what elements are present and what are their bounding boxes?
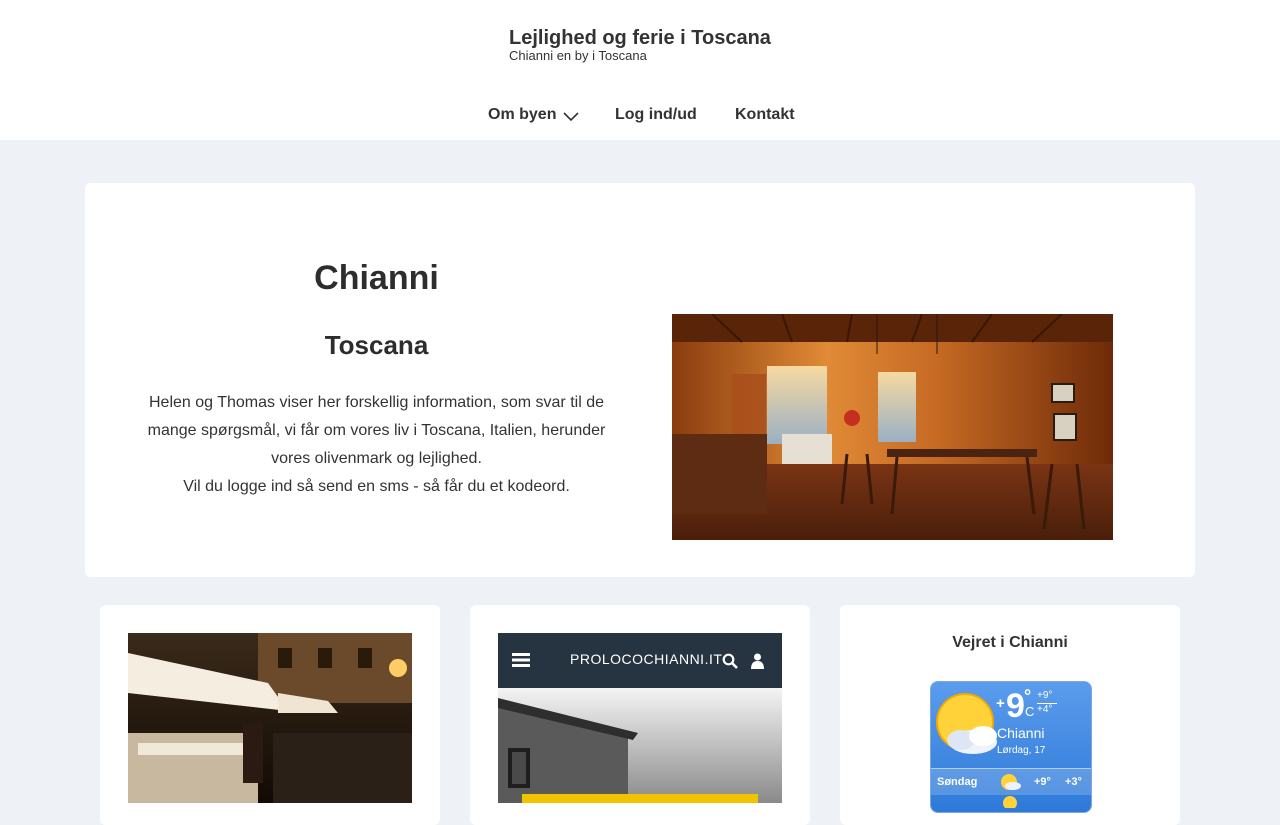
site-title[interactable]: Lejlighed og ferie i Toscana	[509, 27, 771, 50]
weather-city: Chianni	[997, 725, 1045, 741]
site-tagline: Chianni en by i Toscana	[509, 48, 647, 63]
forecast-low: +3°	[1065, 776, 1082, 788]
proloco-hero-image	[498, 688, 782, 803]
hero-card: Chianni Toscana Helen og Thomas viser he…	[85, 183, 1195, 577]
weather-unit: C	[1025, 704, 1035, 719]
weather-temp: 9	[1006, 687, 1025, 725]
weather-title: Vejret i Chianni	[952, 634, 1068, 651]
weather-date: Lørdag, 17	[997, 745, 1046, 756]
nav-item-om-byen[interactable]: Om byen	[488, 106, 556, 124]
weather-high: +9°	[1037, 690, 1053, 701]
weather-card: Vejret i Chianni + 9 ° C +9° +4° Chianni…	[840, 605, 1180, 825]
hero-login-note: Vil du logge ind så send en sms - så får…	[183, 478, 570, 495]
hero-text: Helen og Thomas viser her forskellig inf…	[141, 389, 612, 501]
nav-item-log-ind-ud[interactable]: Log ind/ud	[615, 106, 697, 124]
hero-paragraph: Helen og Thomas viser her forskellig inf…	[147, 394, 606, 467]
market-card	[100, 605, 440, 825]
proloco-card: PROLOCOCHIANNI.IT	[470, 605, 810, 825]
night-market-image	[128, 633, 412, 803]
menu-icon[interactable]	[512, 653, 530, 667]
hero-title: Chianni	[314, 259, 439, 297]
forecast-row: Søndag +9° +3°	[931, 768, 1091, 795]
proloco-site-label[interactable]: PROLOCOCHIANNI.IT	[570, 651, 722, 667]
chevron-down-icon[interactable]	[563, 110, 579, 122]
sun-icon	[1003, 796, 1017, 808]
hero-subtitle: Toscana	[324, 330, 429, 360]
sun-cloud-icon	[936, 693, 997, 754]
user-icon[interactable]	[751, 653, 764, 669]
proloco-navbar: PROLOCOCHIANNI.IT	[498, 633, 782, 688]
nav-item-kontakt[interactable]: Kontakt	[735, 106, 795, 124]
site-header: Lejlighed og ferie i Toscana Chianni en …	[0, 0, 1280, 140]
forecast-high: +9°	[1034, 776, 1051, 788]
weather-temp-sign: +	[996, 695, 1005, 712]
weather-widget[interactable]: + 9 ° C +9° +4° Chianni Lørdag, 17 Sønda…	[930, 681, 1092, 813]
apartment-kitchen-image	[672, 314, 1113, 540]
forecast-day: Søndag	[937, 776, 978, 788]
weather-low: +4°	[1037, 704, 1053, 715]
proloco-embed[interactable]: PROLOCOCHIANNI.IT	[498, 633, 782, 803]
search-icon[interactable]	[722, 653, 738, 669]
sun-cloud-small-icon	[1001, 774, 1021, 790]
